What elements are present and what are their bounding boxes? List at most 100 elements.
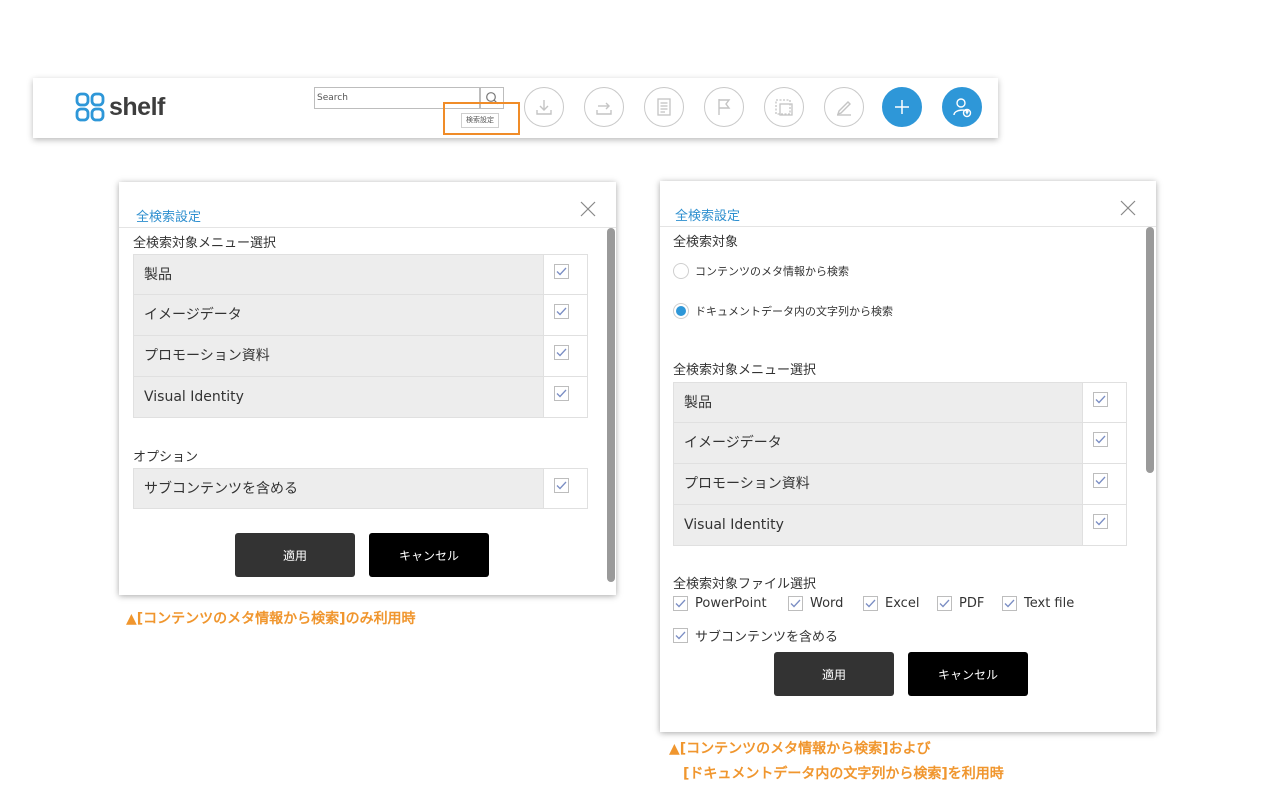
check-icon [1095, 476, 1106, 485]
check-cell [543, 295, 587, 335]
check-icon [556, 348, 567, 357]
edit-icon [836, 101, 851, 116]
download-button[interactable] [524, 87, 564, 127]
check-icon [556, 389, 567, 398]
menu-item-checkbox[interactable] [1093, 432, 1108, 447]
menu-item-checkbox[interactable] [554, 304, 569, 319]
radio-option-meta[interactable]: コンテンツのメタ情報から検索 [673, 263, 849, 279]
target-section-label: 全検索対象 [673, 235, 739, 250]
scrollbar[interactable] [1146, 227, 1154, 473]
check-icon [556, 481, 567, 490]
subcontent-checkbox[interactable] [673, 628, 688, 643]
check-icon [1095, 435, 1106, 444]
check-icon [939, 599, 950, 608]
menu-item-label: プロモーション資料 [684, 476, 810, 492]
option-item-row[interactable]: サブコンテンツを含める [133, 468, 588, 509]
subcontent-checkbox[interactable] [554, 478, 569, 493]
file-type-word[interactable]: Word [788, 596, 843, 611]
dialog-title: 全検索設定 [675, 209, 741, 224]
caption-right-line1: ▲[コンテンツのメタ情報から検索]および [669, 741, 931, 757]
check-icon [790, 599, 801, 608]
menu-item-row[interactable]: Visual Identity [673, 505, 1127, 546]
file-type-checkbox[interactable] [1002, 596, 1017, 611]
close-icon [580, 201, 596, 217]
add-button[interactable] [882, 87, 922, 127]
menu-item-row[interactable]: イメージデータ [133, 295, 588, 336]
share-icon [596, 102, 612, 115]
file-type-pdf[interactable]: PDF [937, 596, 984, 611]
check-cell [543, 255, 587, 294]
check-icon [1004, 599, 1015, 608]
file-type-checkbox[interactable] [788, 596, 803, 611]
file-type-checkbox[interactable] [673, 596, 688, 611]
file-type-excel[interactable]: Excel [863, 596, 919, 611]
menu-item-label: 製品 [144, 267, 172, 283]
file-type-textfile[interactable]: Text file [1002, 596, 1074, 611]
radio-button-selected[interactable] [673, 303, 689, 319]
radio-option-document[interactable]: ドキュメントデータ内の文字列から検索 [673, 303, 893, 319]
check-cell [1082, 505, 1126, 545]
menu-item-checkbox[interactable] [1093, 514, 1108, 529]
close-button[interactable] [1119, 199, 1137, 217]
flag-button[interactable] [704, 87, 744, 127]
menu-item-row[interactable]: 製品 [673, 382, 1127, 423]
logo[interactable]: shelf [75, 92, 165, 122]
file-type-label: Word [810, 596, 844, 611]
close-button[interactable] [579, 200, 597, 218]
check-icon [865, 599, 876, 608]
file-type-checkbox[interactable] [937, 596, 952, 611]
radio-label: コンテンツのメタ情報から検索 [695, 265, 849, 278]
flag-icon [718, 99, 731, 115]
edit-button[interactable] [824, 87, 864, 127]
dialog-title: 全検索設定 [136, 210, 202, 225]
menu-item-checkbox[interactable] [1093, 473, 1108, 488]
user-settings-button[interactable] [942, 87, 982, 127]
menu-item-row[interactable]: イメージデータ [673, 423, 1127, 464]
radio-button[interactable] [673, 263, 689, 279]
scrollbar[interactable] [607, 228, 615, 582]
menu-section-label: 全検索対象メニュー選択 [673, 363, 817, 378]
file-type-checkbox[interactable] [863, 596, 878, 611]
menu-item-label: 製品 [684, 395, 712, 411]
document-button[interactable] [644, 87, 684, 127]
menu-section-label: 全検索対象メニュー選択 [133, 236, 277, 251]
subcontent-option[interactable]: サブコンテンツを含める [673, 626, 838, 645]
app-header: shelf 検索設定 [33, 78, 998, 138]
check-icon [675, 631, 686, 640]
plus-icon [895, 100, 909, 114]
menu-item-row[interactable]: Visual Identity [133, 377, 588, 418]
cancel-button[interactable]: キャンセル [908, 652, 1028, 696]
check-cell [543, 336, 587, 376]
apply-button[interactable]: 適用 [774, 652, 894, 696]
shelf-logo-icon [75, 92, 105, 122]
file-type-label: Excel [885, 596, 920, 611]
subcontent-label: サブコンテンツを含める [695, 630, 839, 645]
caption-left: ▲[コンテンツのメタ情報から検索]のみ利用時 [126, 611, 416, 627]
menu-item-row[interactable]: プロモーション資料 [673, 464, 1127, 505]
cancel-button[interactable]: キャンセル [369, 533, 489, 577]
radio-label: ドキュメントデータ内の文字列から検索 [695, 305, 893, 318]
menu-item-checkbox[interactable] [554, 264, 569, 279]
search-settings-link[interactable]: 検索設定 [461, 113, 499, 128]
check-cell [1082, 464, 1126, 504]
close-icon [1120, 200, 1136, 216]
menu-item-label: イメージデータ [144, 307, 242, 323]
dialog-divider [119, 227, 616, 228]
menu-item-checkbox[interactable] [1093, 392, 1108, 407]
download-icon [536, 100, 552, 115]
menu-item-checkbox[interactable] [554, 345, 569, 360]
check-cell [1082, 423, 1126, 463]
menu-item-row[interactable]: プロモーション資料 [133, 336, 588, 377]
file-type-powerpoint[interactable]: PowerPoint [673, 596, 767, 611]
file-section-label: 全検索対象ファイル選択 [673, 577, 817, 592]
menu-item-checkbox[interactable] [554, 386, 569, 401]
frame-button[interactable] [764, 87, 804, 127]
apply-button[interactable]: 適用 [235, 533, 355, 577]
dialog-divider [660, 226, 1156, 227]
logo-text: shelf [109, 92, 165, 121]
share-button[interactable] [584, 87, 624, 127]
menu-item-label: イメージデータ [684, 435, 782, 451]
menu-item-row[interactable]: 製品 [133, 254, 588, 295]
menu-item-label: プロモーション資料 [144, 348, 270, 364]
menu-item-label: Visual Identity [684, 517, 784, 533]
